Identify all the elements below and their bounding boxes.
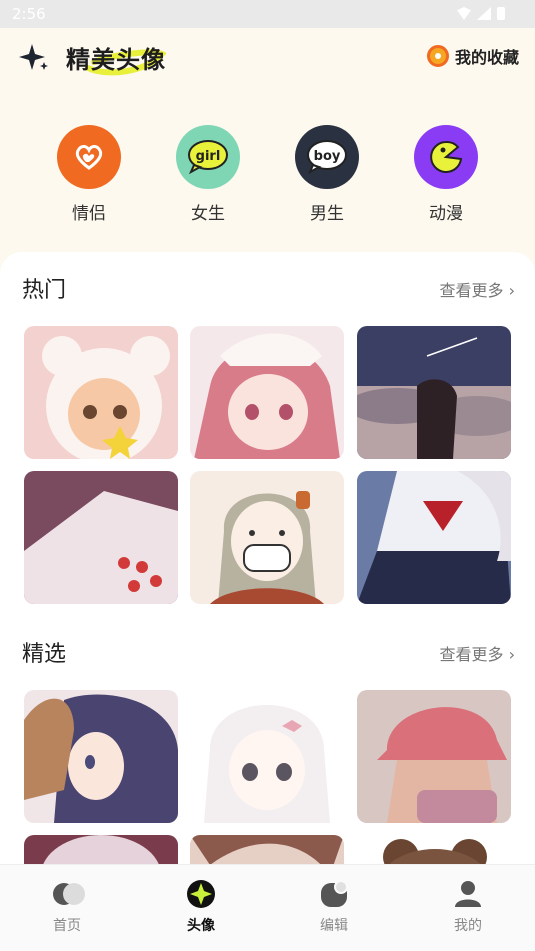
boy-badge-icon: boy (295, 125, 359, 189)
status-bar: 2:56 (0, 0, 535, 28)
section-title-hot: 热门 (22, 278, 67, 303)
favorites-button[interactable]: 我的收藏 (426, 44, 519, 68)
category-label: 情侣 (72, 204, 106, 224)
girl-badge-icon: girl (176, 125, 240, 189)
avatar-tile[interactable] (24, 326, 178, 459)
avatar-image (357, 835, 511, 864)
category-label: 女生 (191, 204, 225, 224)
more-link-featured[interactable]: 查看更多 › (439, 641, 515, 665)
edit-icon (319, 879, 349, 909)
status-time: 2:56 (12, 5, 46, 23)
favorites-label: 我的收藏 (454, 48, 519, 67)
avatar-tile[interactable] (190, 690, 344, 823)
favorites-icon (426, 45, 449, 67)
avatar-image (190, 690, 344, 823)
chevron-right-icon: › (508, 645, 515, 664)
heart-couple-icon (57, 125, 121, 189)
status-icons (457, 7, 505, 20)
tab-label: 编辑 (320, 918, 348, 934)
tab-edit[interactable]: 编辑 (294, 879, 374, 935)
category-boy[interactable]: boy 男生 (287, 125, 367, 224)
sparkle-icon (19, 44, 48, 70)
avatar-tile[interactable] (357, 835, 511, 864)
category-couple[interactable]: 情侣 (49, 125, 129, 224)
avatar-image (357, 326, 511, 459)
svg-text:girl: girl (196, 149, 221, 164)
avatar-tile[interactable] (190, 326, 344, 459)
header: 精美头像 我的收藏 (0, 28, 535, 88)
signal-icon (477, 7, 491, 20)
tab-avatar[interactable]: 头像 (161, 879, 241, 935)
pacman-icon (414, 125, 478, 189)
category-girl[interactable]: girl 女生 (168, 125, 248, 224)
category-label: 动漫 (429, 204, 463, 224)
avatar-tile[interactable] (24, 471, 178, 604)
page-title: 精美头像 (66, 46, 166, 74)
category-label: 男生 (310, 204, 344, 224)
battery-icon (497, 7, 505, 20)
tab-home[interactable]: 首页 (27, 879, 107, 935)
category-row: 情侣 girl 女生 boy 男生 动漫 (0, 125, 535, 225)
avatar-image (190, 835, 344, 864)
bottom-tab-bar: 首页 头像 编辑 我的 (0, 864, 535, 951)
svg-text:boy: boy (314, 149, 341, 164)
tab-label: 头像 (187, 918, 215, 934)
tab-profile[interactable]: 我的 (428, 879, 508, 935)
avatar-tile[interactable] (190, 835, 344, 864)
tab-label: 我的 (454, 918, 482, 934)
avatar-image (357, 471, 511, 604)
category-anime[interactable]: 动漫 (406, 125, 486, 224)
avatar-image (190, 326, 344, 459)
chevron-right-icon: › (508, 281, 515, 300)
avatar-image (24, 690, 178, 823)
avatar-sparkle-icon (186, 879, 216, 909)
avatar-image (190, 471, 344, 604)
wifi-icon (457, 7, 471, 20)
avatar-tile[interactable] (190, 471, 344, 604)
content-panel: 热门 查看更多 › 精选 查看更多 › (0, 252, 535, 864)
avatar-image (24, 471, 178, 604)
home-icon (52, 879, 85, 909)
avatar-tile[interactable] (24, 690, 178, 823)
avatar-image (357, 690, 511, 823)
avatar-tile[interactable] (357, 690, 511, 823)
more-link-hot[interactable]: 查看更多 › (439, 277, 515, 301)
avatar-image (24, 835, 178, 864)
section-title-featured: 精选 (22, 642, 67, 667)
avatar-tile[interactable] (357, 326, 511, 459)
tab-label: 首页 (53, 918, 81, 934)
more-link-label: 查看更多 (439, 281, 504, 300)
avatar-tile[interactable] (24, 835, 178, 864)
avatar-image (24, 326, 178, 459)
avatar-tile[interactable] (357, 471, 511, 604)
profile-icon (453, 879, 483, 909)
more-link-label: 查看更多 (439, 645, 504, 664)
